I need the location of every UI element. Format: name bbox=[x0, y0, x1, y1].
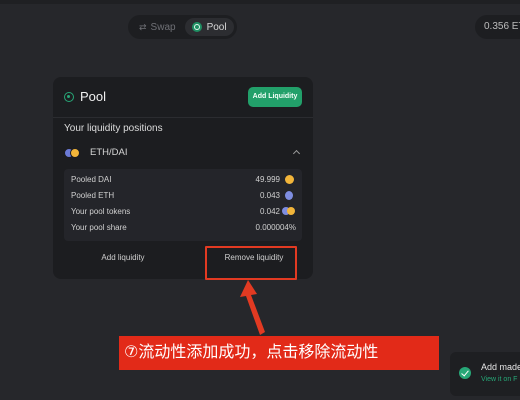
eth-token-icon bbox=[285, 191, 293, 200]
nav-switcher: ⇄ Swap Pool bbox=[128, 15, 237, 39]
swap-icon: ⇄ bbox=[139, 21, 146, 32]
divider bbox=[53, 117, 313, 118]
annotation-arrow-icon bbox=[240, 280, 265, 335]
toast-view-link[interactable]: View it on F bbox=[481, 376, 517, 383]
tab-pool-label: Pool bbox=[206, 21, 227, 33]
position-details: Pooled DAI 49.999 Pooled ETH 0.043 Your … bbox=[64, 169, 302, 241]
add-liquidity-button[interactable]: Add Liquidity bbox=[248, 87, 302, 107]
notification-toast: Add made View it on F bbox=[450, 352, 520, 396]
chevron-up-icon[interactable] bbox=[292, 149, 301, 158]
detail-value: 0.043 bbox=[259, 191, 280, 200]
detail-label: Pooled DAI bbox=[71, 175, 112, 184]
detail-row: Your pool share 0.000004% bbox=[71, 222, 296, 236]
top-strip bbox=[0, 0, 520, 4]
detail-row: Your pool tokens 0.042 bbox=[71, 206, 296, 220]
detail-label: Your pool share bbox=[71, 223, 127, 232]
detail-value: 0.042 bbox=[259, 207, 280, 216]
detail-row: Pooled ETH 0.043 bbox=[71, 190, 296, 204]
wallet-balance[interactable]: 0.356 ETH bbox=[475, 15, 520, 39]
detail-value: 49.999 bbox=[255, 175, 280, 184]
pair-label: ETH/DAI bbox=[90, 147, 128, 158]
detail-row: Pooled DAI 49.999 bbox=[71, 174, 296, 188]
tab-swap[interactable]: ⇄ Swap bbox=[132, 18, 183, 36]
pool-icon bbox=[64, 92, 74, 102]
positions-title: Your liquidity positions bbox=[64, 123, 163, 134]
detail-label: Pooled ETH bbox=[71, 191, 115, 200]
screen: ⇄ Swap Pool 0.356 ETH Pool Add Liquidity… bbox=[0, 0, 520, 400]
dai-token-icon bbox=[287, 207, 295, 215]
tab-swap-label: Swap bbox=[150, 21, 176, 33]
detail-value: 0.000004% bbox=[255, 223, 296, 232]
annotation-banner: ⑦流动性添加成功，点击移除流动性 bbox=[119, 336, 439, 370]
tab-pool[interactable]: Pool bbox=[184, 18, 234, 36]
detail-label: Your pool tokens bbox=[71, 207, 131, 216]
dai-token-icon bbox=[285, 175, 294, 184]
pool-title: Pool bbox=[80, 89, 107, 104]
position-pair-row[interactable]: ETH/DAI bbox=[64, 145, 302, 161]
check-circle-icon bbox=[459, 367, 471, 379]
pool-icon bbox=[191, 22, 202, 32]
dai-token-icon bbox=[70, 148, 80, 158]
annotation-highlight-box bbox=[205, 246, 297, 280]
pool-card-header: Pool Add Liquidity bbox=[64, 85, 302, 109]
add-liquidity-link[interactable]: Add liquidity bbox=[64, 249, 182, 267]
toast-title: Add made bbox=[481, 362, 520, 372]
